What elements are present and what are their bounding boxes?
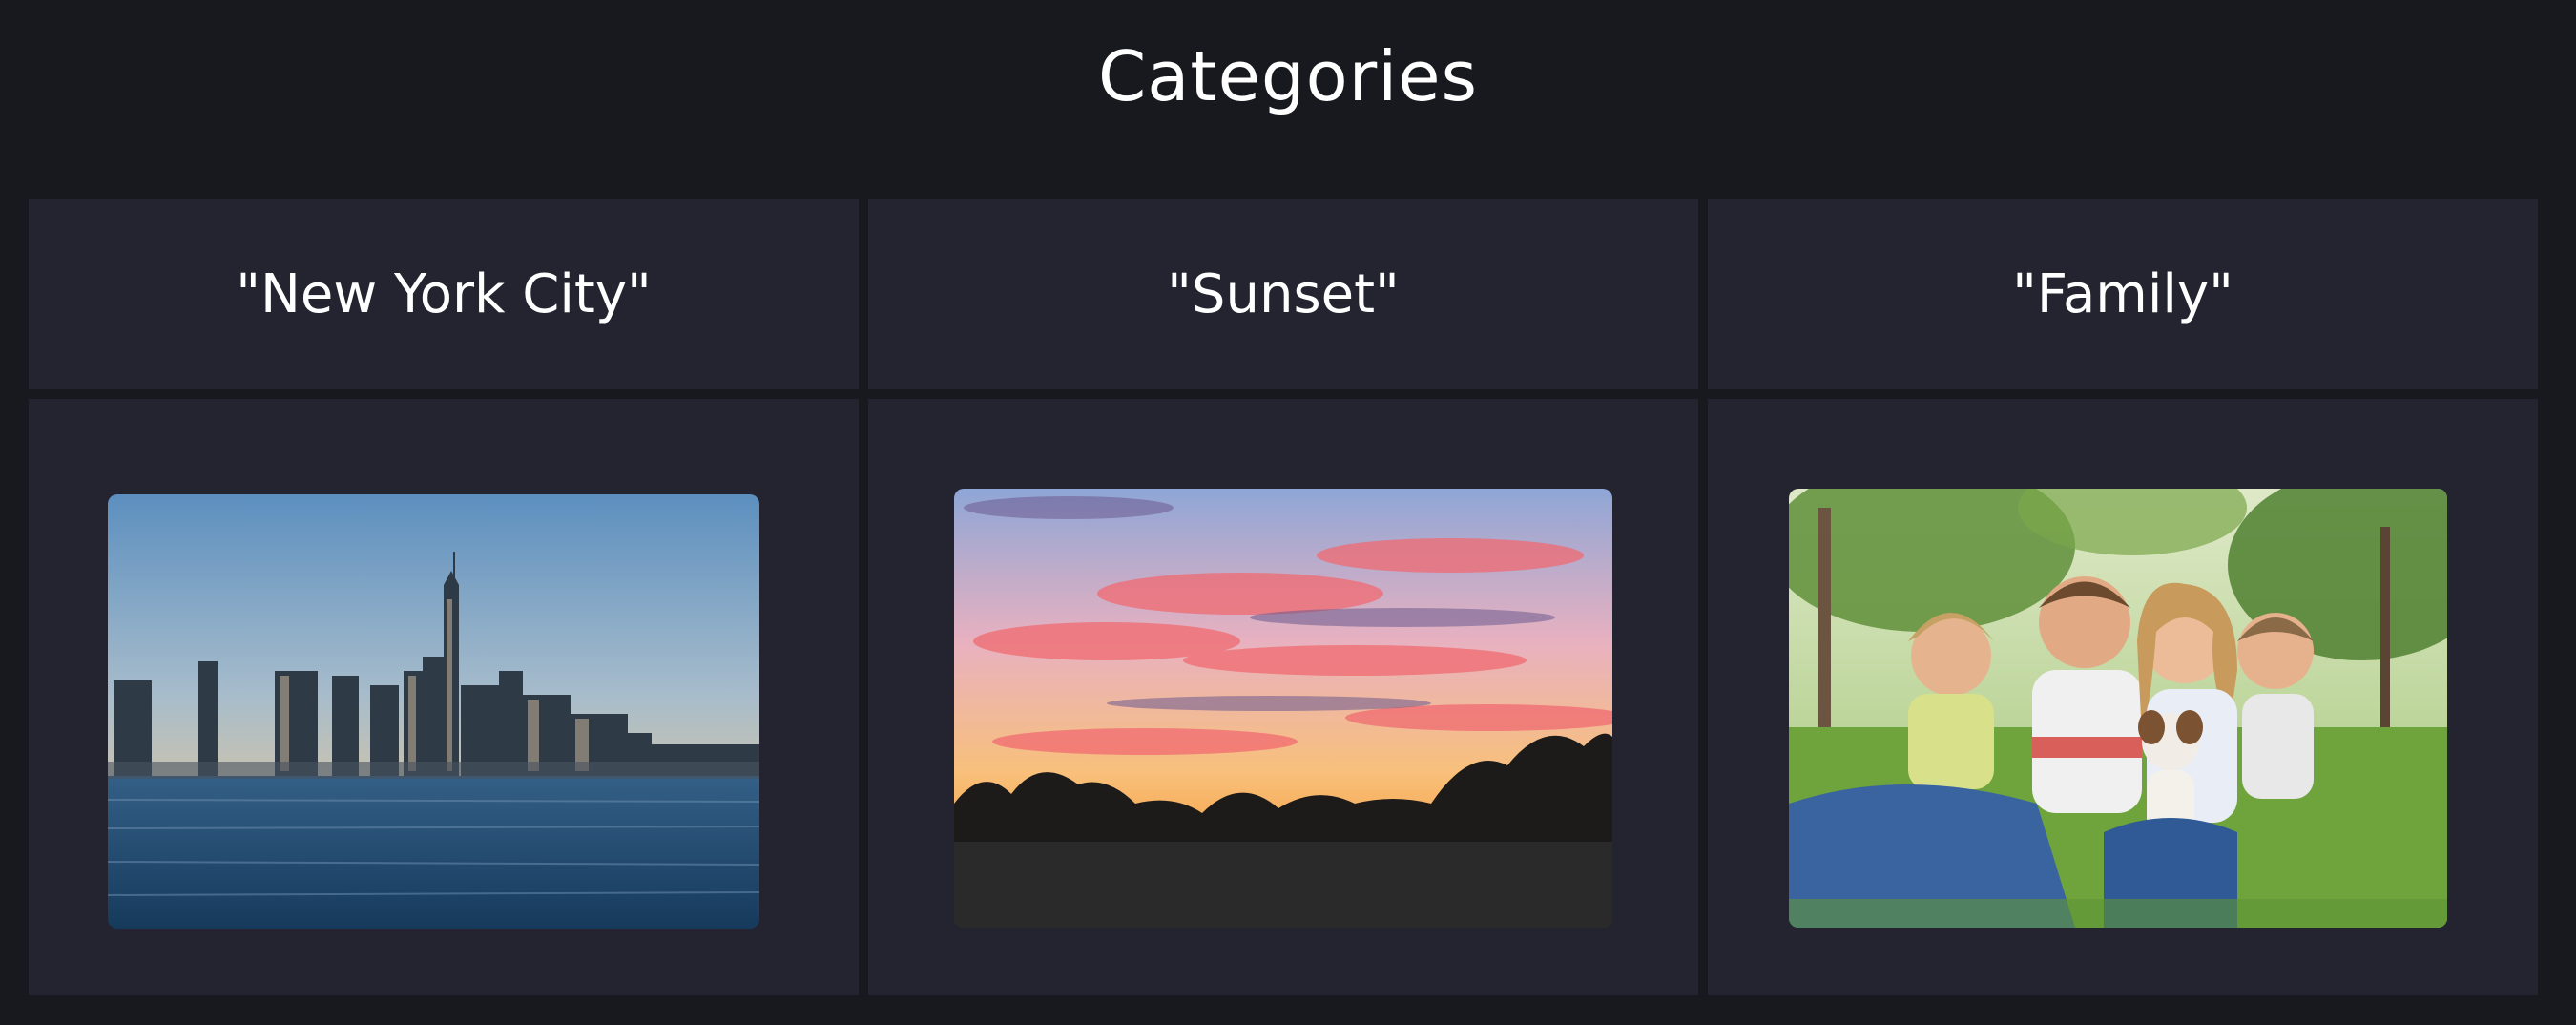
- category-card-new-york-city: [29, 399, 859, 995]
- category-header-family: "Family": [1708, 199, 2538, 389]
- category-label: "Family": [2012, 262, 2233, 325]
- category-label: "Sunset": [1167, 262, 1400, 325]
- category-header-new-york-city: "New York City": [29, 199, 859, 389]
- category-label: "New York City": [236, 262, 652, 325]
- sunset-image[interactable]: [954, 489, 1612, 928]
- page-title: Categories: [1097, 36, 1479, 116]
- category-card-sunset: [868, 399, 1698, 995]
- family-image[interactable]: [1789, 489, 2447, 928]
- category-card-family: [1708, 399, 2538, 995]
- new-york-city-image[interactable]: [108, 494, 759, 929]
- category-header-sunset: "Sunset": [868, 199, 1698, 389]
